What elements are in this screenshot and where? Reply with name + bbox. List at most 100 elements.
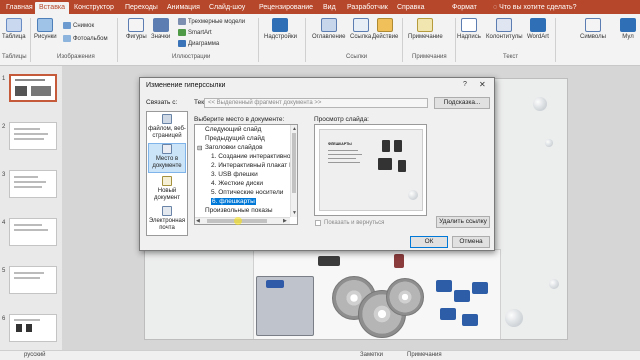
snapshot-button[interactable]: Снимок bbox=[63, 22, 94, 29]
header-footer-button[interactable]: Колонтитулы bbox=[486, 18, 523, 40]
icons-button[interactable]: Значки bbox=[151, 18, 170, 40]
comments-button[interactable]: Примечания bbox=[407, 352, 442, 358]
link-to-bar: файлом, веб-страницей Место в документе … bbox=[146, 111, 188, 236]
wordart-button[interactable]: WordArt bbox=[527, 18, 549, 40]
storage-devices-photo[interactable] bbox=[253, 249, 501, 339]
place-item-previous-slide[interactable]: Предыдущий слайд bbox=[205, 135, 265, 142]
thumb-image bbox=[16, 324, 22, 332]
place-item-slide-1[interactable]: 1. Создание интерактивного bbox=[211, 153, 296, 160]
chart-icon bbox=[178, 40, 186, 47]
show-and-return-option[interactable]: Показать и вернуться bbox=[315, 220, 384, 226]
water-drop-decoration bbox=[533, 97, 547, 111]
group-tables: Таблицы bbox=[2, 54, 27, 60]
textbox-button[interactable]: Надпись bbox=[457, 18, 481, 40]
notes-button[interactable]: Заметки bbox=[360, 352, 383, 358]
link-new-document-option[interactable]: Новый документ bbox=[148, 176, 186, 204]
place-label: Выберите место в документе: bbox=[194, 116, 285, 123]
slide-thumbnail[interactable] bbox=[9, 74, 57, 102]
thumb-line bbox=[15, 79, 45, 81]
slide-thumbnail[interactable] bbox=[9, 314, 57, 342]
slide-thumbnail[interactable] bbox=[9, 122, 57, 150]
media-label: Мул bbox=[622, 34, 634, 40]
show-and-return-checkbox[interactable] bbox=[315, 220, 321, 226]
action-label: Действие bbox=[372, 34, 399, 40]
help-button[interactable]: ? bbox=[463, 81, 467, 88]
tab-slideshow[interactable]: Слайд-шоу bbox=[205, 2, 249, 14]
memory-card-image bbox=[436, 280, 452, 292]
place-item-slide-2[interactable]: 2. Интерактивный плакат Вн bbox=[211, 162, 297, 169]
table-button[interactable]: Таблица bbox=[2, 18, 26, 40]
tab-developer[interactable]: Разработчик bbox=[343, 2, 392, 14]
link-option-label: Электронная почта bbox=[148, 218, 186, 231]
tab-transitions[interactable]: Переходы bbox=[121, 2, 162, 14]
scroll-left-arrow-icon[interactable]: ◀ bbox=[196, 218, 200, 224]
vertical-scroll-thumb[interactable] bbox=[292, 133, 296, 193]
link-button[interactable]: Ссылка bbox=[350, 18, 371, 40]
memory-card-image bbox=[462, 314, 478, 326]
preview-image bbox=[382, 140, 390, 152]
media-button[interactable]: Мул bbox=[620, 18, 636, 40]
group-comments: Примечания bbox=[412, 54, 447, 60]
tab-design[interactable]: Конструктор bbox=[70, 2, 118, 14]
zoom-button[interactable]: Оглавление bbox=[312, 18, 345, 40]
3d-models-button[interactable]: Трехмерные модели bbox=[178, 18, 245, 25]
slide-thumbnail[interactable] bbox=[9, 170, 57, 198]
shapes-label: Фигуры bbox=[126, 34, 147, 40]
chart-button[interactable]: Диаграмма bbox=[178, 40, 219, 47]
place-item-slide-3[interactable]: 3. USB флешки bbox=[211, 171, 258, 178]
slide-thumbnail[interactable] bbox=[9, 266, 57, 294]
action-button[interactable]: Действие bbox=[372, 18, 398, 40]
show-and-return-label: Показать и вернуться bbox=[324, 220, 385, 226]
display-text-field[interactable]: << Выделенный фрагмент документа >> bbox=[204, 98, 428, 108]
tab-insert[interactable]: Вставка bbox=[35, 2, 70, 14]
close-button[interactable]: ✕ bbox=[479, 80, 486, 89]
pictures-label: Рисунки bbox=[34, 34, 57, 40]
place-item-slide-6[interactable]: 6. флешкарты bbox=[211, 198, 256, 205]
tab-view[interactable]: Вид bbox=[319, 2, 340, 14]
tell-me-search[interactable]: ◌ Что вы хотите сделать? bbox=[493, 2, 577, 13]
memory-card-image bbox=[472, 282, 488, 294]
remove-link-button[interactable]: Удалить ссылку bbox=[436, 216, 490, 228]
smartart-button[interactable]: SmartArt bbox=[178, 29, 212, 36]
comment-button[interactable]: Примечание bbox=[408, 18, 443, 40]
slide-thumbnail[interactable] bbox=[9, 218, 57, 246]
symbols-button[interactable]: Символы bbox=[580, 18, 606, 40]
scroll-up-arrow-icon[interactable]: ▲ bbox=[292, 126, 297, 132]
ok-button[interactable]: ОК bbox=[410, 236, 448, 248]
link-label: Ссылка bbox=[350, 34, 372, 40]
link-existing-file-option[interactable]: файлом, веб-страницей bbox=[148, 114, 186, 142]
tab-home[interactable]: Главная bbox=[2, 2, 37, 14]
tab-help[interactable]: Справка bbox=[393, 2, 428, 14]
tab-review[interactable]: Рецензирование bbox=[255, 2, 317, 14]
preview-image bbox=[398, 160, 406, 172]
pictures-button[interactable]: Рисунки bbox=[34, 18, 57, 40]
tree-expand-icon[interactable]: ⊟ bbox=[197, 144, 202, 152]
shapes-button[interactable]: Фигуры bbox=[126, 18, 147, 40]
link-place-in-document-option[interactable]: Место в документе bbox=[148, 143, 186, 173]
language-indicator[interactable]: русский bbox=[24, 352, 46, 358]
slide-preview: ФЛЕШКАРТЫ bbox=[314, 124, 427, 216]
place-item-custom-shows[interactable]: Произвольные показы bbox=[205, 207, 273, 214]
divider bbox=[30, 18, 31, 62]
place-item-slide-5[interactable]: 5. Оптические носители bbox=[211, 189, 283, 196]
tab-format[interactable]: Формат bbox=[448, 2, 481, 14]
scroll-down-arrow-icon[interactable]: ▼ bbox=[292, 210, 297, 216]
new-document-icon bbox=[162, 176, 172, 186]
photo-album-button[interactable]: Фотоальбом bbox=[63, 35, 108, 42]
addins-button[interactable]: Надстройки bbox=[264, 18, 297, 40]
cancel-button[interactable]: Отмена bbox=[452, 236, 490, 248]
divider bbox=[305, 18, 306, 62]
link-email-option[interactable]: Электронная почта bbox=[148, 206, 186, 234]
scroll-right-arrow-icon[interactable]: ▶ bbox=[283, 218, 287, 224]
slide-number: 2 bbox=[2, 124, 6, 130]
water-drop-decoration bbox=[545, 139, 553, 147]
thumb-line bbox=[14, 176, 38, 178]
screentip-button[interactable]: Подсказка... bbox=[434, 97, 490, 109]
place-item-next-slide[interactable]: Следующий слайд bbox=[205, 126, 261, 133]
place-in-document-tree[interactable]: Следующий слайд Предыдущий слайд ⊟ Загол… bbox=[194, 124, 298, 225]
tab-animations[interactable]: Анимация bbox=[163, 2, 204, 14]
edit-hyperlink-dialog: Изменение гиперссылки ? ✕ Связать с: Тек… bbox=[139, 77, 495, 251]
place-item-slide-titles[interactable]: Заголовки слайдов bbox=[205, 144, 263, 151]
slide-number: 1 bbox=[2, 76, 6, 82]
place-item-slide-4[interactable]: 4. Жесткие диски bbox=[211, 180, 263, 187]
